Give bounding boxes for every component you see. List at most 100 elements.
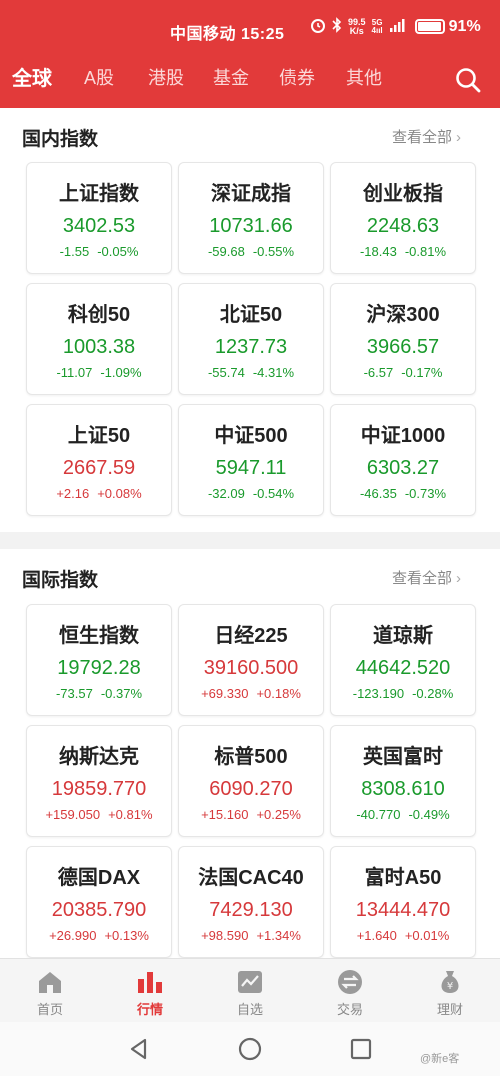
bottom-tab-label: 行情: [136, 1002, 163, 1017]
index-card[interactable]: 法国CAC40 7429.130 +98.590 +1.34%: [178, 846, 324, 958]
watermark-text: @新e客: [420, 1053, 460, 1065]
index-card[interactable]: 富时A50 13444.470 +1.640 +0.01%: [330, 846, 476, 958]
index-change-value: +15.160: [201, 807, 249, 822]
home-icon: [36, 969, 64, 995]
index-price: 3966.57: [366, 336, 440, 358]
index-change-percent: +0.25%: [256, 807, 301, 822]
index-name: 创业板指: [363, 183, 443, 205]
app-header: 中国移动 15:25 99.5 K/s 5G 4ııl 91% 全球 A股 港股…: [0, 0, 500, 108]
index-price: 13444.470: [355, 899, 451, 921]
index-change-percent: -0.73%: [404, 486, 447, 501]
index-price: 3402.53: [62, 215, 136, 237]
view-all-international[interactable]: 查看全部 ›: [392, 567, 461, 588]
back-triangle-icon[interactable]: [126, 1036, 152, 1062]
bottom-tab-trade[interactable]: 交易: [320, 969, 380, 1018]
index-change-percent: -0.17%: [401, 365, 443, 380]
index-card[interactable]: 纳斯达克 19859.770 +159.050 +0.81%: [26, 725, 172, 837]
bottom-tab-bar: 首页 行情 自选 交易 ¥ 理财: [0, 958, 500, 1022]
index-change: -40.770 -0.49%: [331, 806, 475, 824]
index-change: +69.330 +0.18%: [179, 685, 323, 703]
home-circle-icon[interactable]: [237, 1036, 263, 1062]
chevron-right-icon: ›: [456, 570, 462, 587]
index-change-value: +2.16: [56, 486, 90, 501]
index-change: -18.43 -0.81%: [331, 243, 475, 261]
bottom-tab-watchlist[interactable]: 自选: [220, 969, 280, 1018]
index-change: +15.160 +0.25%: [179, 806, 323, 824]
network-type: 5G 4ııl: [372, 18, 383, 35]
index-change-percent: -0.49%: [408, 807, 450, 822]
index-card[interactable]: 创业板指 2248.63 -18.43 -0.81%: [330, 162, 476, 274]
index-change-value: -1.55: [59, 244, 90, 259]
index-change-value: +159.050: [45, 807, 101, 822]
index-name: 上证指数: [59, 183, 139, 205]
index-price: 7429.130: [209, 899, 293, 921]
index-card[interactable]: 道琼斯 44642.520 -123.190 -0.28%: [330, 604, 476, 716]
recents-square-icon[interactable]: [348, 1036, 374, 1062]
index-name: 纳斯达克: [59, 746, 139, 768]
index-price: 2667.59: [62, 457, 136, 479]
section-title-international: 国际指数: [22, 570, 99, 591]
search-icon[interactable]: [454, 66, 482, 94]
bottom-tab-label: 自选: [236, 1002, 263, 1017]
view-all-domestic[interactable]: 查看全部 ›: [392, 126, 461, 147]
index-name: 日经225: [214, 625, 288, 647]
status-icons: 99.5 K/s 5G 4ııl 91%: [310, 17, 481, 36]
index-card[interactable]: 标普500 6090.270 +15.160 +0.25%: [178, 725, 324, 837]
index-card[interactable]: 科创50 1003.38 -11.07 -1.09%: [26, 283, 172, 395]
tab-a-shares[interactable]: A股: [84, 64, 114, 90]
index-change: +98.590 +1.34%: [179, 927, 323, 945]
index-change-value: -55.74: [207, 365, 245, 380]
index-change-percent: +0.13%: [104, 928, 149, 943]
index-change-value: +1.640: [356, 928, 397, 943]
index-card[interactable]: 上证指数 3402.53 -1.55 -0.05%: [26, 162, 172, 274]
bottom-tab-home[interactable]: 首页: [20, 969, 80, 1018]
index-card[interactable]: 恒生指数 19792.28 -73.57 -0.37%: [26, 604, 172, 716]
index-change-value: -40.770: [356, 807, 401, 822]
index-card[interactable]: 深证成指 10731.66 -59.68 -0.55%: [178, 162, 324, 274]
index-card[interactable]: 英国富时 8308.610 -40.770 -0.49%: [330, 725, 476, 837]
index-name: 道琼斯: [373, 625, 433, 647]
index-change: +1.640 +0.01%: [331, 927, 475, 945]
bottom-tab-wealth[interactable]: ¥ 理财: [420, 969, 480, 1018]
trade-exchange-icon: [336, 969, 364, 995]
tab-funds[interactable]: 基金: [213, 64, 249, 90]
domestic-index-section: 国内指数 查看全部 › 上证指数 3402.53 -1.55 -0.05% 深证成指 107…: [0, 108, 500, 532]
index-price: 8308.610: [361, 778, 445, 800]
system-nav-bar: [0, 1022, 500, 1076]
index-name: 中证500: [214, 425, 288, 447]
index-name: 沪深300: [366, 304, 440, 326]
tab-bonds[interactable]: 债券: [279, 64, 315, 90]
net-speed: 99.5 K/s: [348, 17, 366, 36]
index-change-value: -46.35: [359, 486, 397, 501]
index-name: 英国富时: [363, 746, 443, 768]
tab-hk-stocks[interactable]: 港股: [148, 64, 184, 90]
index-change: -46.35 -0.73%: [331, 485, 475, 503]
index-name: 标普500: [214, 746, 288, 768]
bluetooth-icon: [332, 17, 342, 36]
bottom-tab-market[interactable]: 行情: [120, 969, 180, 1018]
index-change-value: -59.68: [207, 244, 245, 259]
index-card[interactable]: 沪深300 3966.57 -6.57 -0.17%: [330, 283, 476, 395]
index-card[interactable]: 德国DAX 20385.790 +26.990 +0.13%: [26, 846, 172, 958]
index-name: 中证1000: [360, 425, 446, 447]
tab-global[interactable]: 全球: [12, 62, 52, 91]
index-card[interactable]: 中证1000 6303.27 -46.35 -0.73%: [330, 404, 476, 516]
index-name: 深证成指: [211, 183, 291, 205]
index-change: -123.190 -0.28%: [331, 685, 475, 703]
index-change-percent: -0.37%: [100, 686, 143, 701]
tab-other[interactable]: 其他: [346, 64, 382, 90]
index-change-value: -32.09: [207, 486, 245, 501]
index-card[interactable]: 北证50 1237.73 -55.74 -4.31%: [178, 283, 324, 395]
index-card[interactable]: 上证50 2667.59 +2.16 +0.08%: [26, 404, 172, 516]
index-change-percent: -0.54%: [252, 486, 295, 501]
money-bag-icon: ¥: [436, 969, 464, 995]
index-change-percent: -0.55%: [252, 244, 295, 259]
index-card[interactable]: 中证500 5947.11 -32.09 -0.54%: [178, 404, 324, 516]
index-card[interactable]: 日经225 39160.500 +69.330 +0.18%: [178, 604, 324, 716]
index-change-value: +26.990: [49, 928, 97, 943]
index-change-value: -123.190: [352, 686, 405, 701]
index-change-value: -6.57: [363, 365, 394, 380]
index-price: 6303.27: [366, 457, 440, 479]
svg-text:¥: ¥: [447, 981, 453, 992]
index-change-value: +69.330: [201, 686, 249, 701]
